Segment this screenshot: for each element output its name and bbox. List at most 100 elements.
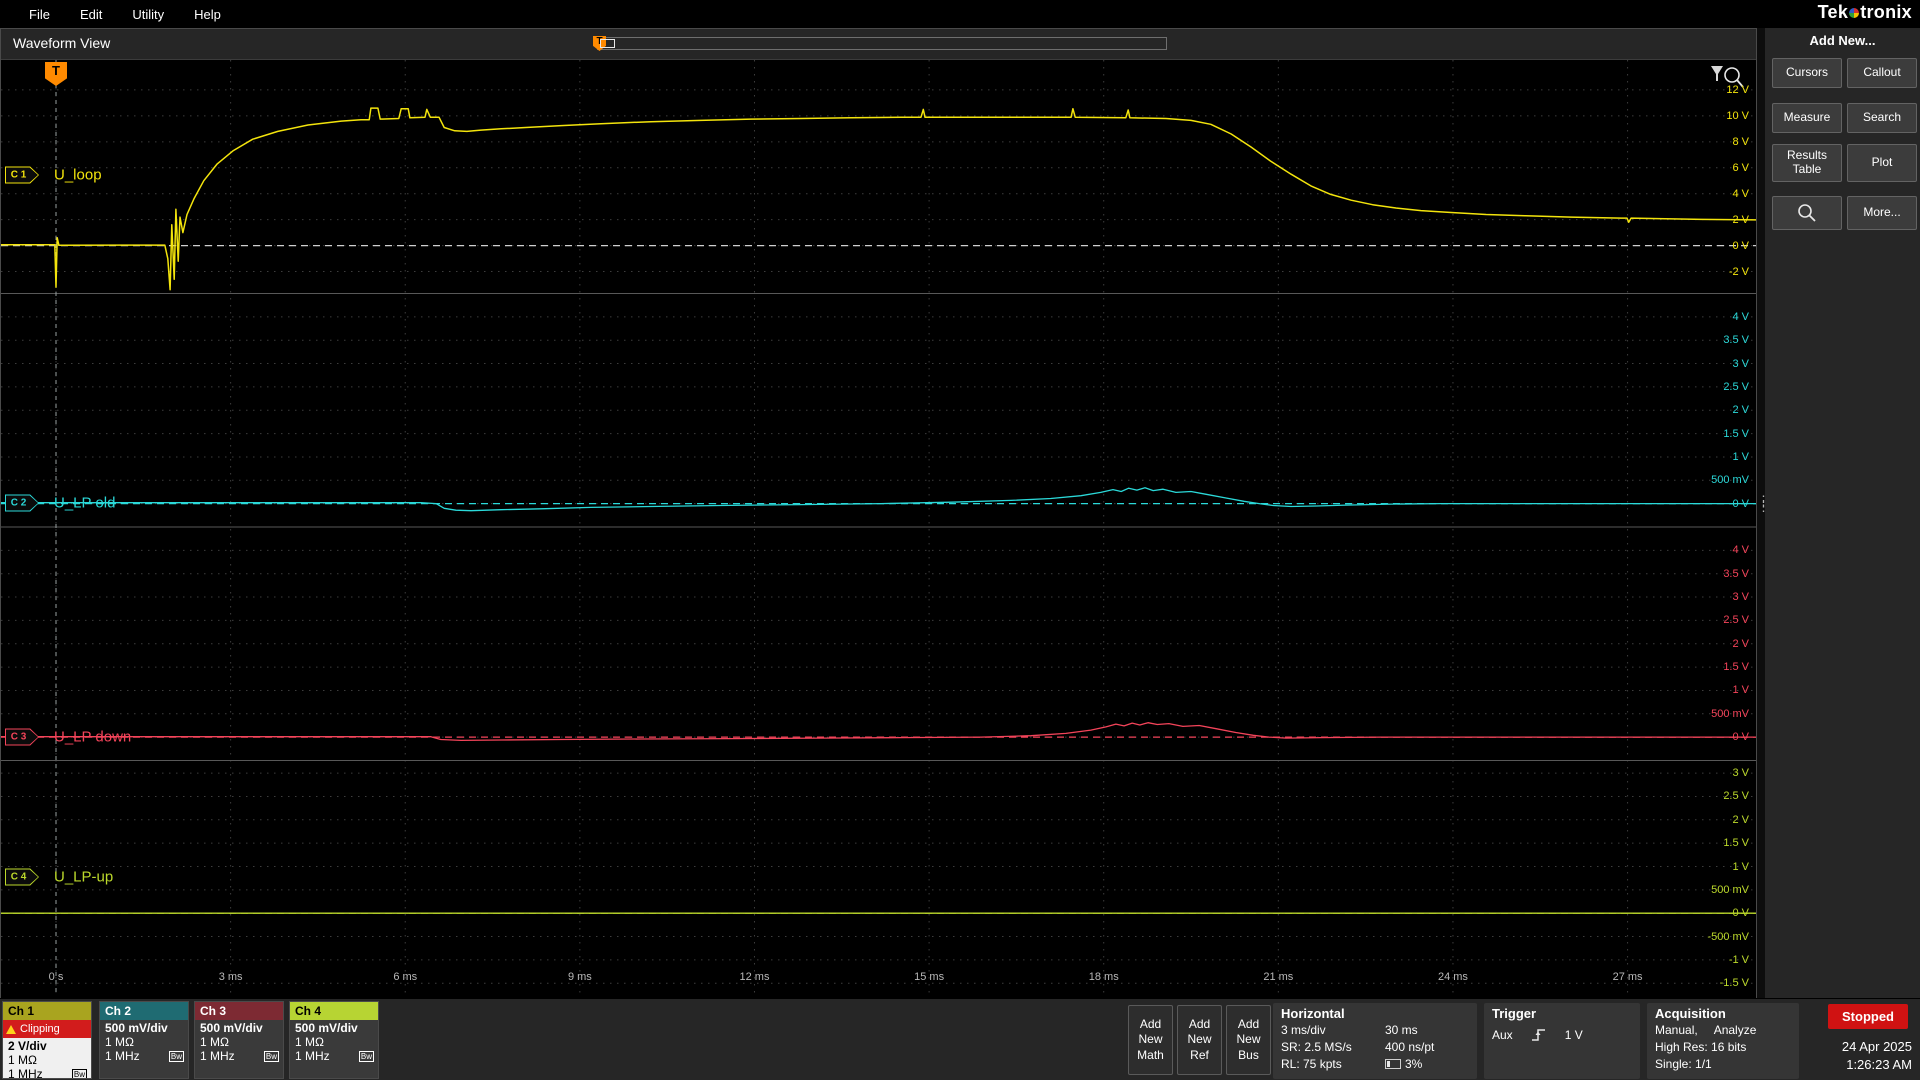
- scale-label: 1.5 V: [1723, 837, 1749, 850]
- horizontal-pan-scrollbar[interactable]: T: [593, 36, 1167, 51]
- plot-button[interactable]: Plot: [1847, 144, 1917, 182]
- splitter-grip-icon[interactable]: ⋮ ⋮: [1757, 494, 1770, 513]
- scale-label: 8 V: [1732, 135, 1749, 148]
- add-new-math-button[interactable]: Add New Math: [1128, 1005, 1173, 1075]
- measure-button[interactable]: Measure: [1772, 103, 1842, 133]
- scale-label: 10 V: [1726, 109, 1749, 122]
- magnifier-icon: [1798, 204, 1816, 222]
- right-sidebar: Add New... Cursors Callout Measure Searc…: [1765, 28, 1920, 998]
- scale-label: -1 V: [1728, 953, 1749, 966]
- oscilloscope-app: File Edit Utility Help Tek tronix Wavefor…: [0, 0, 1920, 1080]
- menu-item-help[interactable]: Help: [179, 7, 236, 22]
- time-axis-label: 9 ms: [567, 971, 592, 983]
- scale-label: -500 mV: [1707, 930, 1749, 943]
- menu-item-utility[interactable]: Utility: [117, 7, 179, 22]
- scale-label: 1.5 V: [1723, 661, 1749, 674]
- channel4-handle[interactable]: C 4 U_LP-up: [5, 868, 114, 886]
- scale-label: 500 mV: [1711, 707, 1749, 720]
- scale-label: 500 mV: [1711, 883, 1749, 896]
- pinwheel-icon: [1849, 8, 1860, 18]
- cursors-button[interactable]: Cursors: [1772, 58, 1842, 88]
- channel1-tile-body: 2 V/div 1 MΩ 1 MHz Bw: [3, 1038, 91, 1079]
- scale-label: 2.5 V: [1723, 380, 1749, 393]
- channel3-tile-header: Ch 3: [195, 1002, 283, 1020]
- scale-label: 4 V: [1732, 544, 1749, 557]
- panel-splitter[interactable]: ⋮ ⋮: [1757, 28, 1770, 998]
- waveform-plot-area[interactable]: T C 1 U_loop C 2 U_LP old C 3 U_LP down …: [1, 60, 1756, 998]
- add-new-ref-button[interactable]: Add New Ref: [1177, 1005, 1222, 1075]
- horizontal-panel-title: Horizontal: [1281, 1006, 1345, 1021]
- bandwidth-badge: Bw: [263, 1050, 279, 1062]
- scale-label: 2 V: [1732, 637, 1749, 650]
- bandwidth-badge: Bw: [71, 1068, 87, 1079]
- channel1-handle[interactable]: C 1 U_loop: [5, 166, 102, 184]
- scale-label: 3.5 V: [1723, 567, 1749, 580]
- channel1-badge[interactable]: C 1: [5, 166, 39, 184]
- scale-label: 1 V: [1732, 860, 1749, 873]
- date-label: 24 Apr 2025: [1841, 1039, 1912, 1054]
- channel2-tile[interactable]: Ch 2 500 mV/div 1 MΩ 1 MHz Bw: [99, 1001, 189, 1079]
- run-stop-status-button[interactable]: Stopped: [1828, 1004, 1908, 1029]
- bandwidth-badge: Bw: [358, 1050, 374, 1062]
- scale-label: 6 V: [1732, 161, 1749, 174]
- datetime-display: 24 Apr 2025 1:26:23 AM: [1812, 1038, 1916, 1074]
- channel4-tile-body: 500 mV/div 1 MΩ 1 MHz Bw: [290, 1020, 378, 1078]
- time-axis-label: 18 ms: [1088, 971, 1119, 983]
- plot-overlay: T C 1 U_loop C 2 U_LP old C 3 U_LP down …: [1, 60, 1756, 998]
- channel3-tile-body: 500 mV/div 1 MΩ 1 MHz Bw: [195, 1020, 283, 1078]
- acquisition-panel[interactable]: Acquisition Manual, Analyze High Res: 16 …: [1647, 1003, 1799, 1079]
- time-label: 1:26:23 AM: [1846, 1057, 1912, 1072]
- time-axis-label: 12 ms: [739, 971, 770, 983]
- more-button[interactable]: More...: [1847, 196, 1917, 230]
- time-axis-label: 27 ms: [1612, 971, 1643, 983]
- time-axis-label: 0 s: [48, 971, 64, 983]
- scale-label: 2 V: [1732, 813, 1749, 826]
- bottom-status-bar: Ch 1 Clipping 2 V/div 1 MΩ 1 MHz Bw Ch 2 …: [0, 998, 1920, 1080]
- add-new-header: Add New...: [1809, 33, 1876, 48]
- rising-edge-icon: [1531, 1029, 1545, 1041]
- channel3-tile[interactable]: Ch 3 500 mV/div 1 MΩ 1 MHz Bw: [194, 1001, 284, 1079]
- menu-item-file[interactable]: File: [14, 7, 65, 22]
- bandwidth-badge: Bw: [168, 1050, 184, 1062]
- warning-icon: [6, 1024, 16, 1034]
- channel1-tile[interactable]: Ch 1 Clipping 2 V/div 1 MΩ 1 MHz Bw: [2, 1001, 92, 1079]
- scale-label: 3 V: [1732, 591, 1749, 604]
- add-new-bus-button[interactable]: Add New Bus: [1226, 1005, 1271, 1075]
- channel2-label: U_LP old: [54, 494, 116, 512]
- search-button[interactable]: Search: [1847, 103, 1917, 133]
- scale-label: -2 V: [1728, 265, 1749, 278]
- trigger-source: Aux: [1492, 1028, 1513, 1042]
- channel4-tile-header: Ch 4: [290, 1002, 378, 1020]
- waveform-view-title: Waveform View: [13, 35, 111, 51]
- scale-label: 2 V: [1732, 404, 1749, 417]
- scale-label: 3 V: [1732, 357, 1749, 370]
- channel2-badge[interactable]: C 2: [5, 494, 39, 512]
- trigger-panel[interactable]: Trigger Aux 1 V: [1484, 1003, 1640, 1079]
- channel3-badge[interactable]: C 3: [5, 728, 39, 746]
- scale-label: -1.5 V: [1719, 977, 1749, 990]
- scale-label: 0 V: [1732, 497, 1749, 510]
- channel4-tile[interactable]: Ch 4 500 mV/div 1 MΩ 1 MHz Bw: [289, 1001, 379, 1079]
- results-table-button[interactable]: Results Table: [1772, 144, 1842, 182]
- scale-label: 0 V: [1732, 239, 1749, 252]
- clipping-warning: Clipping: [3, 1020, 91, 1038]
- tektronix-logo: Tek tronix: [1817, 2, 1912, 22]
- trigger-position-flag[interactable]: T: [45, 62, 67, 86]
- menu-bar: File Edit Utility Help Tek tronix: [0, 0, 1920, 28]
- channel1-label: U_loop: [54, 166, 102, 184]
- scale-label: 1 V: [1732, 684, 1749, 697]
- channel2-handle[interactable]: C 2 U_LP old: [5, 494, 116, 512]
- horizontal-panel[interactable]: Horizontal 3 ms/div 30 ms SR: 2.5 MS/s 400…: [1273, 1003, 1477, 1079]
- scale-label: 2.5 V: [1723, 614, 1749, 627]
- channel4-label: U_LP-up: [54, 868, 114, 886]
- time-axis-label: 3 ms: [218, 971, 243, 983]
- callout-button[interactable]: Callout: [1847, 58, 1917, 88]
- channel1-tile-header: Ch 1: [3, 1002, 91, 1020]
- menu-item-edit[interactable]: Edit: [65, 7, 117, 22]
- channel3-handle[interactable]: C 3 U_LP down: [5, 728, 131, 746]
- record-position-icon: [1385, 1059, 1401, 1069]
- zoom-mode-button[interactable]: [1772, 196, 1842, 230]
- channel4-badge[interactable]: C 4: [5, 868, 39, 886]
- scale-label: 3.5 V: [1723, 334, 1749, 347]
- minimap-view-window[interactable]: [600, 39, 615, 48]
